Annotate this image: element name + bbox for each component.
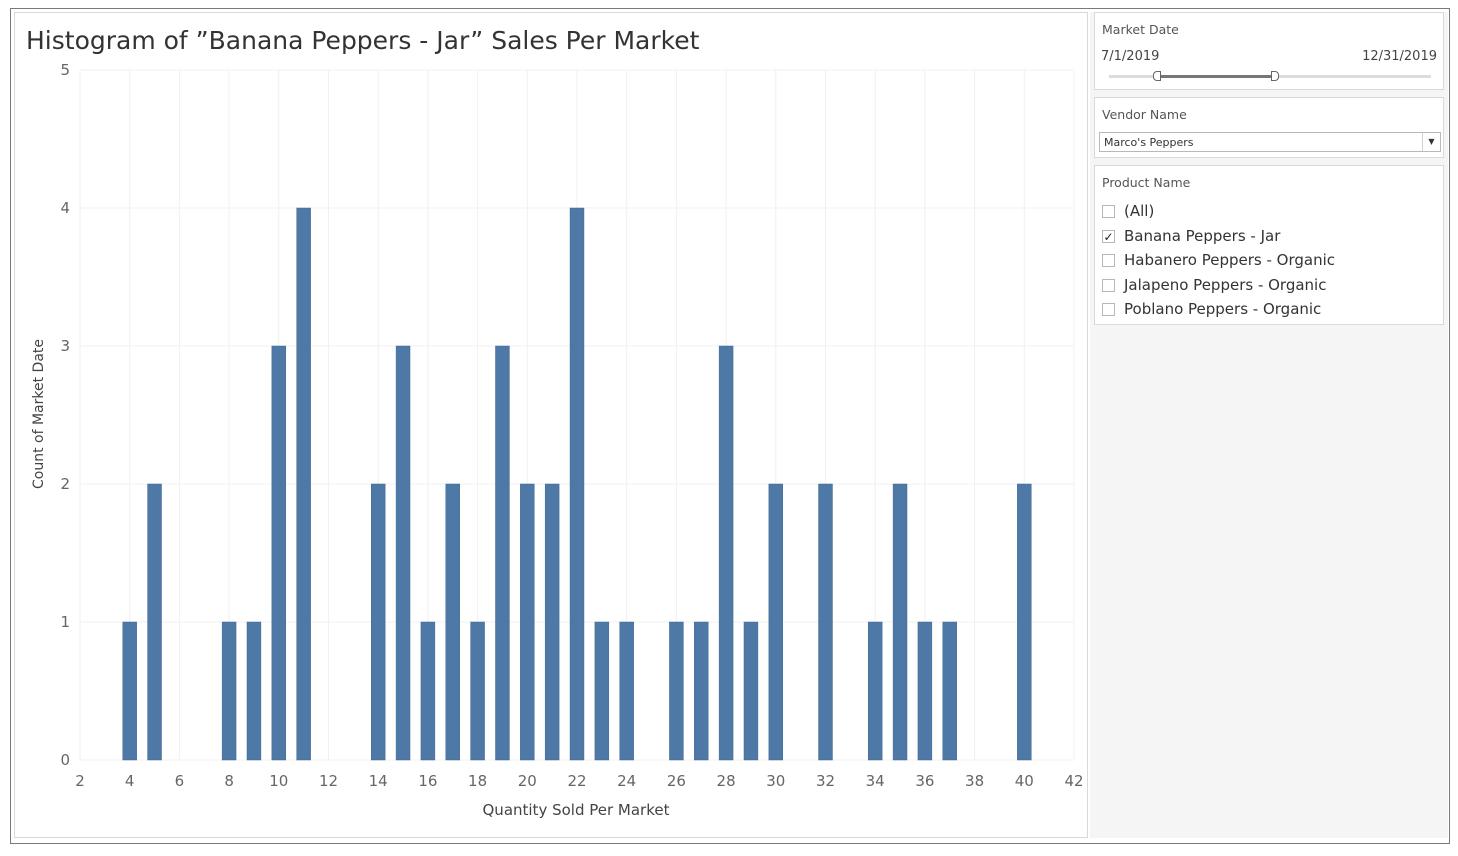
histogram-bar[interactable]: [569, 207, 585, 761]
histogram-bar[interactable]: [370, 483, 386, 761]
histogram-bar[interactable]: [445, 483, 460, 761]
x-tick-label: 8: [224, 772, 234, 790]
histogram-bar[interactable]: [892, 483, 908, 761]
y-tick-label: 0: [60, 751, 70, 769]
x-tick-label: 38: [965, 772, 984, 790]
histogram-bar[interactable]: [271, 345, 287, 761]
x-tick-label: 10: [269, 772, 288, 790]
histogram-bar[interactable]: [942, 621, 957, 761]
date-start-value: 7/1/2019: [1101, 49, 1160, 64]
x-tick-label: 24: [617, 772, 636, 790]
product-option-label: (All): [1124, 202, 1155, 220]
histogram-bar[interactable]: [147, 483, 162, 761]
x-tick-label: 16: [418, 772, 437, 790]
histogram-chart: 2 4 6 8 10 12 14 16 18 20 22 24 26 28 30 32 34 36 38 40 4201…: [31, 61, 1084, 819]
y-tick-label: 5: [60, 61, 70, 79]
histogram-bar[interactable]: [495, 345, 510, 761]
vendor-dropdown[interactable]: Marco's Peppers ▼: [1099, 132, 1441, 152]
histogram-bar[interactable]: [743, 621, 759, 761]
histogram-bar[interactable]: [1017, 483, 1032, 761]
y-tick-label: 2: [60, 475, 70, 493]
x-tick-label: 28: [717, 772, 736, 790]
x-tick-label: 2: [75, 772, 85, 790]
checkbox-checked-icon[interactable]: ✓: [1102, 229, 1115, 243]
checkbox-icon[interactable]: [1102, 278, 1115, 292]
histogram-bar[interactable]: [470, 621, 485, 761]
histogram-bar[interactable]: [917, 621, 933, 761]
x-tick-label: 42: [1064, 772, 1083, 790]
chevron-down-icon[interactable]: ▼: [1422, 133, 1440, 151]
histogram-bar[interactable]: [867, 621, 883, 761]
histogram-bar[interactable]: [818, 483, 833, 761]
histogram-bar[interactable]: [718, 345, 734, 761]
y-tick-label: 3: [60, 337, 70, 355]
x-tick-label: 6: [175, 772, 185, 790]
x-tick-label: 12: [319, 772, 338, 790]
checkbox-icon[interactable]: [1102, 205, 1115, 218]
checkbox-icon[interactable]: [1102, 254, 1115, 267]
date-slider-start-handle[interactable]: [1153, 71, 1161, 81]
histogram-bar[interactable]: [619, 621, 634, 761]
histogram-bar[interactable]: [246, 621, 262, 761]
histogram-bar[interactable]: [520, 483, 535, 761]
product-option-label: Jalapeno Peppers - Organic: [1124, 275, 1327, 294]
date-slider-range: [1157, 75, 1273, 78]
product-name-title: Product Name: [1102, 175, 1191, 190]
x-tick-label: 14: [369, 772, 388, 790]
x-tick-label: 22: [567, 772, 586, 790]
x-tick-label: 26: [667, 772, 686, 790]
market-date-title: Market Date: [1102, 22, 1179, 37]
histogram-bar[interactable]: [669, 621, 684, 761]
y-tick-label: 4: [60, 199, 70, 217]
product-option-label: Banana Peppers - Jar: [1124, 226, 1281, 245]
vendor-name-title: Vendor Name: [1102, 107, 1187, 122]
histogram-bar[interactable]: [544, 483, 560, 761]
x-tick-label: 32: [816, 772, 835, 790]
histogram-bar[interactable]: [395, 345, 411, 761]
x-tick-label: 34: [866, 772, 885, 790]
market-date-filter: Market Date 7/1/2019 12/31/2019: [1094, 12, 1444, 90]
filter-sidebar: Market Date 7/1/2019 12/31/2019 Vendor N…: [1090, 12, 1448, 838]
product-option-label: Poblano Peppers - Organic: [1124, 300, 1322, 318]
y-tick-label: 1: [60, 613, 70, 631]
histogram-bar[interactable]: [694, 621, 709, 761]
histogram-bar[interactable]: [221, 621, 237, 761]
histogram-bar[interactable]: [296, 207, 311, 761]
x-tick-label: 20: [518, 772, 537, 790]
x-tick-label: 18: [468, 772, 487, 790]
x-tick-label: 36: [915, 772, 934, 790]
histogram-bar[interactable]: [594, 621, 610, 761]
product-name-filter: Product Name (All) ✓ Banana Peppers - Jar H…: [1094, 165, 1444, 325]
checkbox-icon[interactable]: [1102, 303, 1115, 316]
date-slider-end-handle[interactable]: [1271, 71, 1279, 81]
x-axis-label: Quantity Sold Per Market: [483, 801, 670, 819]
x-tick-label: 30: [766, 772, 785, 790]
x-tick-label: 4: [125, 772, 135, 790]
vendor-dropdown-value: Marco's Peppers: [1104, 136, 1194, 149]
y-axis-label: Count of Market Date: [31, 339, 47, 489]
product-option-label: Habanero Peppers - Organic: [1124, 251, 1335, 269]
date-end-value: 12/31/2019: [1362, 49, 1437, 64]
histogram-bar[interactable]: [768, 483, 784, 761]
x-tick-label: 40: [1015, 772, 1034, 790]
histogram-bar[interactable]: [122, 621, 137, 761]
histogram-bar[interactable]: [420, 621, 436, 761]
vendor-name-filter: Vendor Name Marco's Peppers ▼: [1094, 97, 1444, 158]
